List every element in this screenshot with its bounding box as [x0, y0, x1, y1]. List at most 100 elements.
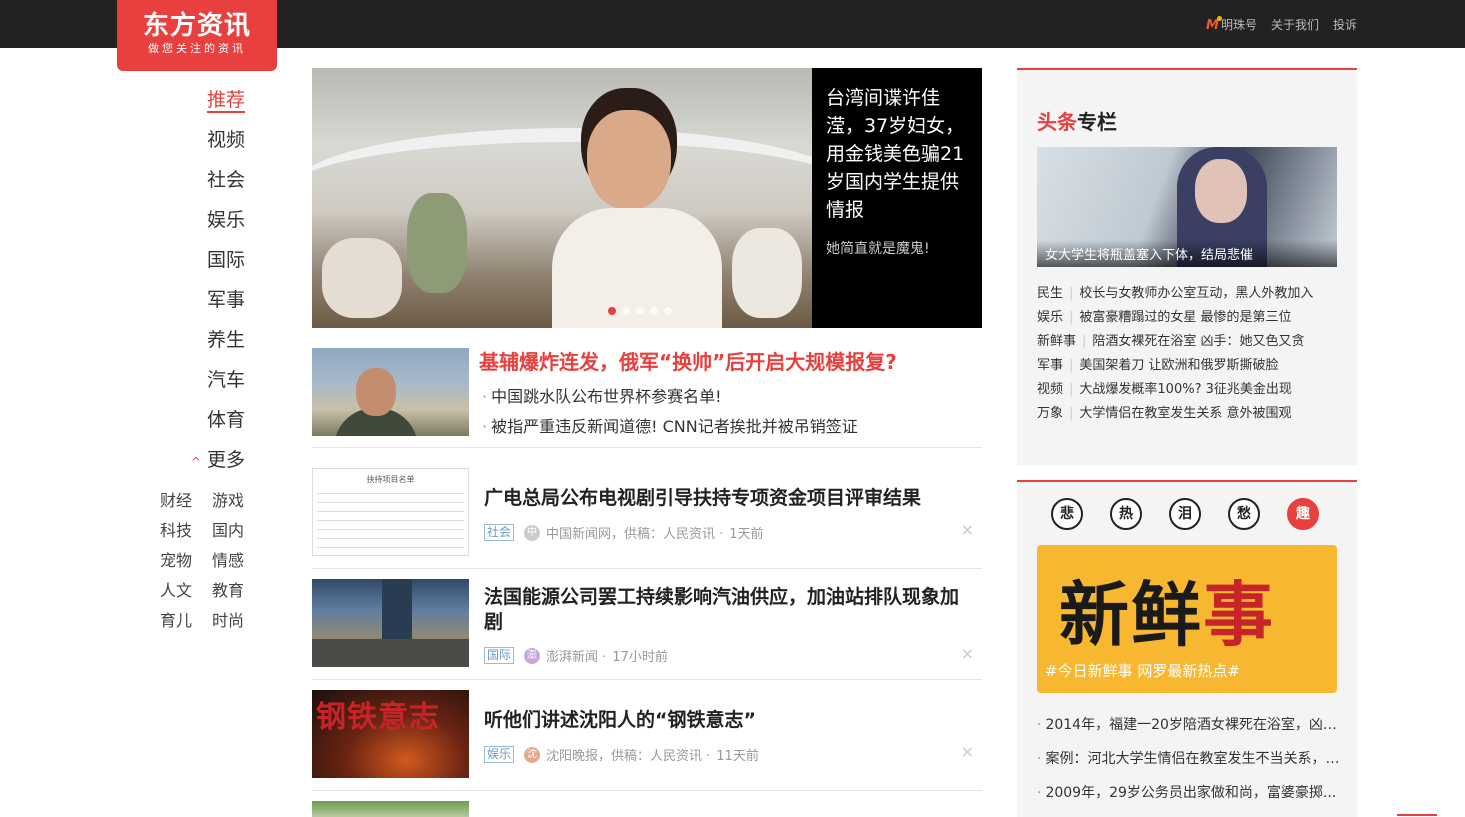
nav-item-auto[interactable]: 汽车 [150, 360, 250, 400]
list-text[interactable]: 大学情侣在教室发生关系 意外被围观 [1079, 406, 1291, 421]
doc-row [317, 512, 464, 521]
list-category[interactable]: 新鲜事 [1037, 334, 1076, 349]
building-decor [382, 579, 412, 639]
emotion-tears-button[interactable]: 泪 [1169, 498, 1201, 530]
list-category[interactable]: 娱乐 [1037, 310, 1063, 325]
carousel-dot[interactable] [650, 307, 658, 315]
news-thumb[interactable]: 钢铁意志 [312, 690, 469, 778]
nav-sub-parenting[interactable]: 育儿 [150, 606, 202, 636]
divider: | [1069, 358, 1074, 373]
news-item[interactable]: 钢铁意志 听他们讲述沈阳人的“钢铁意志” 娱乐 沈 沈阳晚报，供稿：人民资讯 ·… [312, 690, 982, 791]
close-icon[interactable]: × [961, 520, 974, 539]
top-news-thumb[interactable] [312, 348, 469, 436]
news-item[interactable]: 法国能源公司罢工持续影响汽油供应，加油站排队现象加剧 国际 澎 澎湃新闻 · 1… [312, 579, 982, 680]
list-text[interactable]: 校长与女教师办公室互动，黑人外教加入 [1079, 286, 1313, 301]
emotion-worry-button[interactable]: 愁 [1228, 498, 1260, 530]
doc-row [317, 485, 464, 494]
about-link[interactable]: 关于我们 [1271, 16, 1319, 33]
news-thumb-partial[interactable] [312, 801, 469, 817]
list-item[interactable]: 娱乐 | 被富豪糟蹋过的女星 最惨的是第三位 [1037, 306, 1347, 330]
top-news-sublink[interactable]: 中国跳水队公布世界杯参赛名单! [482, 383, 721, 407]
logo-name: 东方资讯 [142, 11, 251, 41]
complaint-link[interactable]: 投诉 [1333, 16, 1357, 33]
news-title[interactable]: 广电总局公布电视剧引导扶持专项资金项目评审结果 [484, 486, 974, 511]
list-item[interactable]: 2014年，福建一20岁陪酒女裸死在浴室，凶手竟是... [1037, 708, 1342, 742]
mingzhu-link[interactable]: M 明珠号 [1206, 16, 1257, 33]
nav-sub-fashion[interactable]: 时尚 [202, 606, 254, 636]
list-item[interactable]: 万象 | 大学情侣在教室发生关系 意外被围观 [1037, 402, 1347, 426]
emotion-tabs: 悲 热 泪 愁 趣 [1051, 498, 1346, 530]
news-source: 沈阳晚报，供稿：人民资讯 · [546, 749, 711, 764]
nav-sub-pets[interactable]: 宠物 [150, 546, 202, 576]
list-item[interactable]: 视频 | 大战爆发概率100%? 3征兆美金出现 [1037, 378, 1347, 402]
list-category[interactable]: 万象 [1037, 406, 1063, 421]
hero-image[interactable] [312, 68, 812, 328]
nav-sub-finance[interactable]: 财经 [150, 486, 202, 516]
doc-row [317, 503, 464, 512]
nav-item-sports[interactable]: 体育 [150, 400, 250, 440]
news-thumb[interactable] [312, 579, 469, 667]
carousel-dot[interactable] [664, 307, 672, 315]
close-icon[interactable]: × [961, 644, 974, 663]
nav-item-more[interactable]: ^ 更多 [150, 440, 250, 482]
list-category[interactable]: 军事 [1037, 358, 1063, 373]
nav-item-health[interactable]: 养生 [150, 320, 250, 360]
hero-title[interactable]: 台湾间谍许佳滢，37岁妇女，用金钱美色骗21岁国内学生提供情报 [826, 84, 968, 224]
news-title[interactable]: 听他们讲述沈阳人的“钢铁意志” [484, 708, 974, 733]
news-title[interactable]: 法国能源公司罢工持续影响汽油供应，加油站排队现象加剧 [484, 585, 974, 635]
news-thumb[interactable]: 扶持项目名单 [312, 468, 469, 556]
emotion-fun-button[interactable]: 趣 [1287, 498, 1319, 530]
nav-sub-education[interactable]: 教育 [202, 576, 254, 606]
nav-sub-humanities[interactable]: 人文 [150, 576, 202, 606]
carousel-dot[interactable] [636, 307, 644, 315]
list-text[interactable]: 被富豪糟蹋过的女星 最惨的是第三位 [1079, 310, 1291, 325]
nav-item-international[interactable]: 国际 [150, 240, 250, 280]
list-category[interactable]: 视频 [1037, 382, 1063, 397]
category-tag[interactable]: 娱乐 [484, 746, 515, 763]
news-item[interactable]: 扶持项目名单 广电总局公布电视剧引导扶持专项资金项目评审结果 社会 中 中国新闻… [312, 468, 982, 569]
list-item[interactable]: 案例：河北大学生情侣在教室发生不当关系，被... [1037, 742, 1342, 776]
news-time: 1天前 [729, 527, 764, 542]
top-news-title[interactable]: 基辅爆炸连发，俄军“换帅”后开启大规模报复? [479, 348, 897, 376]
site-logo[interactable]: 东方资讯 做您关注的资讯 [117, 0, 277, 71]
hero-carousel[interactable]: 台湾间谍许佳滢，37岁妇女，用金钱美色骗21岁国内学生提供情报 她简直就是魔鬼! [312, 68, 982, 328]
nav-sub-game[interactable]: 游戏 [202, 486, 254, 516]
category-tag[interactable]: 社会 [484, 524, 515, 541]
emotion-hot-button[interactable]: 热 [1110, 498, 1142, 530]
divider: | [1069, 382, 1074, 397]
category-tag[interactable]: 国际 [484, 647, 515, 664]
news-source: 澎湃新闻 · [546, 650, 607, 665]
news-meta: 国际 澎 澎湃新闻 · 17小时前 [484, 646, 668, 665]
list-text[interactable]: 大战爆发概率100%? 3征兆美金出现 [1079, 382, 1291, 397]
nav-item-recommend[interactable]: 推荐 [150, 80, 250, 120]
nav-sub-emotion[interactable]: 情感 [202, 546, 254, 576]
nav-item-entertainment[interactable]: 娱乐 [150, 200, 250, 240]
top-news-sublink[interactable]: 被指严重违反新闻道德! CNN记者挨批并被吊销签证 [482, 413, 858, 437]
nav-item-video[interactable]: 视频 [150, 120, 250, 160]
nav-item-military[interactable]: 军事 [150, 280, 250, 320]
close-icon[interactable]: × [961, 742, 974, 761]
nav-sub-tech[interactable]: 科技 [150, 516, 202, 546]
column-heading: 头条专栏 [1037, 106, 1117, 135]
carousel-dot[interactable] [622, 307, 630, 315]
emotion-sad-button[interactable]: 悲 [1051, 498, 1083, 530]
list-item[interactable]: 2009年，29岁公务员出家做和尚，富婆豪掷... [1037, 776, 1342, 810]
carousel-dot[interactable] [608, 307, 616, 315]
news-time: 11天前 [716, 749, 759, 764]
doc-row [317, 494, 464, 503]
list-text[interactable]: 陪酒女裸死在浴室 凶手：她又色又贪 [1092, 334, 1304, 349]
doc-row [317, 521, 464, 530]
street-decor [312, 639, 469, 667]
divider: | [1069, 310, 1074, 325]
nav-item-society[interactable]: 社会 [150, 160, 250, 200]
emotion-column: 悲 热 泪 愁 趣 新鲜事 #今日新鲜事 网罗最新热点# 2014年，福建一20… [1017, 480, 1357, 817]
list-item[interactable]: 新鲜事 | 陪酒女裸死在浴室 凶手：她又色又贪 [1037, 330, 1347, 354]
column-feature-image[interactable]: 女大学生将瓶盖塞入下体，结局悲催 [1037, 147, 1337, 267]
nav-sub-domestic[interactable]: 国内 [202, 516, 254, 546]
list-text[interactable]: 美国架着刀 让欧洲和俄罗斯撕破脸 [1079, 358, 1278, 373]
column-feature-caption[interactable]: 女大学生将瓶盖塞入下体，结局悲催 [1037, 240, 1337, 267]
list-category[interactable]: 民生 [1037, 286, 1063, 301]
list-item[interactable]: 军事 | 美国架着刀 让欧洲和俄罗斯撕破脸 [1037, 354, 1347, 378]
list-item[interactable]: 民生 | 校长与女教师办公室互动，黑人外教加入 [1037, 282, 1347, 306]
fresh-news-banner[interactable]: 新鲜事 #今日新鲜事 网罗最新热点# [1037, 545, 1337, 693]
